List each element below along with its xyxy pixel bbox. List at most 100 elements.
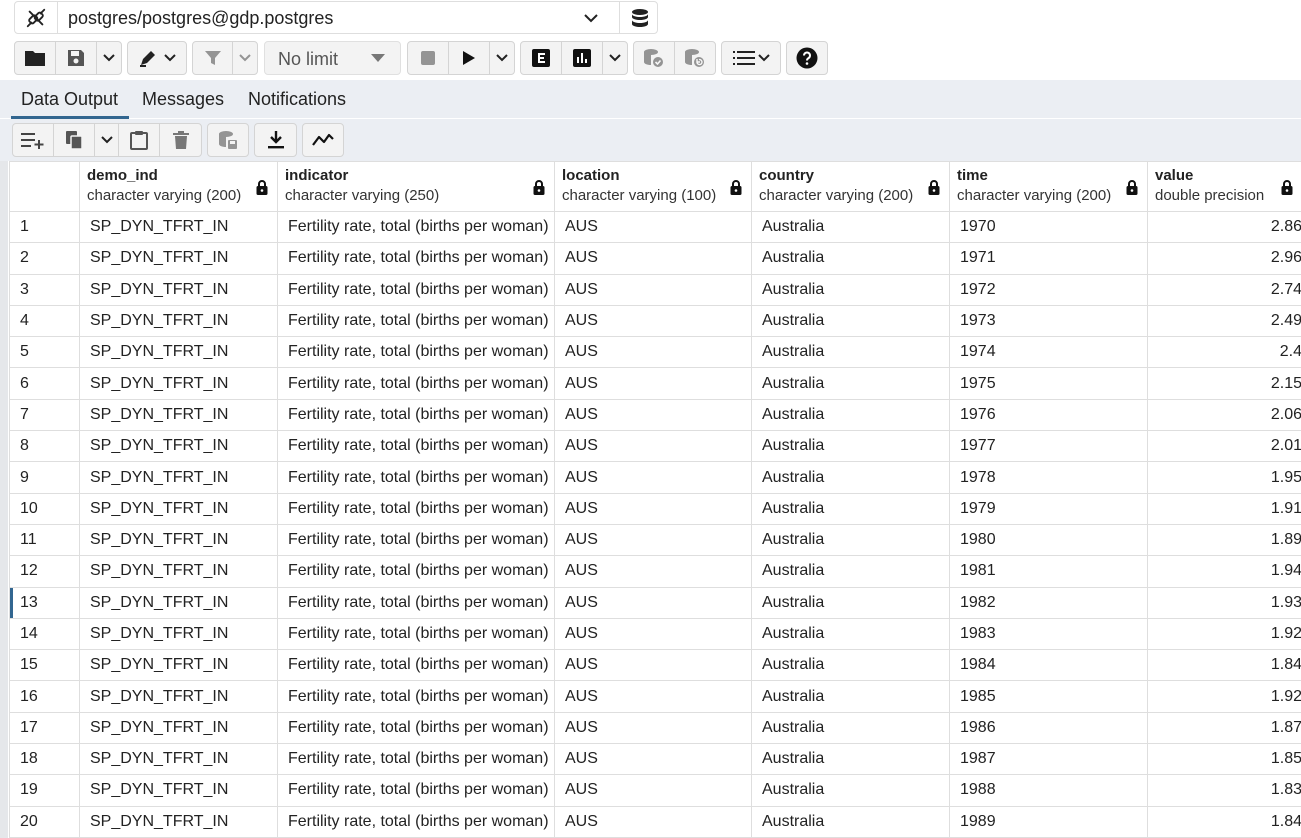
chevron-down-icon[interactable]: [581, 9, 601, 27]
cell-country[interactable]: Australia: [751, 430, 950, 463]
cell-location[interactable]: AUS: [554, 711, 752, 745]
cell-value[interactable]: 1.92: [1147, 680, 1301, 713]
database-icon[interactable]: [619, 2, 659, 33]
explain-options-button[interactable]: [603, 42, 627, 74]
cell-country[interactable]: Australia: [751, 805, 950, 838]
cell-time[interactable]: 1975: [949, 367, 1148, 400]
cell-time[interactable]: 1977: [949, 430, 1148, 463]
cell-country[interactable]: Australia: [751, 367, 950, 400]
cell-row-number[interactable]: 9: [9, 461, 80, 494]
cell-row-number[interactable]: 5: [9, 336, 80, 369]
cell-indicator[interactable]: Fertility rate, total (births per woman): [277, 242, 555, 275]
cell-indicator[interactable]: Fertility rate, total (births per woman): [277, 586, 555, 619]
table-row[interactable]: 13 SP_DYN_TFRT_IN Fertility rate, total (b…: [9, 586, 1301, 619]
cell-time[interactable]: 1979: [949, 492, 1148, 525]
cell-value[interactable]: 2.06: [1147, 398, 1301, 432]
table-row[interactable]: 2 SP_DYN_TFRT_IN Fertility rate, total (bi…: [9, 242, 1301, 275]
table-row[interactable]: 19 SP_DYN_TFRT_IN Fertility rate, total (b…: [9, 774, 1301, 807]
save-data-button[interactable]: [208, 124, 248, 156]
cell-demo-ind[interactable]: SP_DYN_TFRT_IN: [79, 492, 278, 525]
cell-value[interactable]: 1.87: [1147, 711, 1301, 745]
filter-button[interactable]: [193, 42, 234, 74]
cell-indicator[interactable]: Fertility rate, total (births per woman): [277, 523, 555, 557]
cell-value[interactable]: 2.49: [1147, 304, 1301, 338]
cell-demo-ind[interactable]: SP_DYN_TFRT_IN: [79, 398, 278, 432]
cell-country[interactable]: Australia: [751, 711, 950, 745]
cell-row-number[interactable]: 18: [9, 743, 80, 776]
cell-indicator[interactable]: Fertility rate, total (births per woman): [277, 430, 555, 463]
cell-indicator[interactable]: Fertility rate, total (births per woman): [277, 805, 555, 838]
table-row[interactable]: 7 SP_DYN_TFRT_IN Fertility rate, total (bi…: [9, 398, 1301, 432]
cell-row-number[interactable]: 2: [9, 242, 80, 275]
row-number-header[interactable]: [9, 161, 80, 212]
commit-button[interactable]: [634, 42, 675, 74]
table-row[interactable]: 15 SP_DYN_TFRT_IN Fertility rate, total (b…: [9, 649, 1301, 682]
stop-button[interactable]: [408, 42, 449, 74]
cell-country[interactable]: Australia: [751, 492, 950, 525]
cell-location[interactable]: AUS: [554, 492, 752, 525]
cell-value[interactable]: 2.15: [1147, 367, 1301, 400]
cell-indicator[interactable]: Fertility rate, total (births per woman): [277, 273, 555, 306]
save-button[interactable]: [56, 42, 97, 74]
table-row[interactable]: 8 SP_DYN_TFRT_IN Fertility rate, total (bi…: [9, 430, 1301, 463]
cell-row-number[interactable]: 12: [9, 555, 80, 588]
cell-demo-ind[interactable]: SP_DYN_TFRT_IN: [79, 242, 278, 275]
tab-messages[interactable]: Messages: [142, 89, 224, 110]
edit-menu-button[interactable]: [128, 42, 186, 74]
cell-location[interactable]: AUS: [554, 398, 752, 432]
cell-indicator[interactable]: Fertility rate, total (births per woman): [277, 743, 555, 776]
cell-location[interactable]: AUS: [554, 430, 752, 463]
cell-demo-ind[interactable]: SP_DYN_TFRT_IN: [79, 273, 278, 306]
open-file-button[interactable]: [15, 42, 56, 74]
cell-row-number[interactable]: 20: [9, 805, 80, 838]
cell-value[interactable]: 2.86: [1147, 210, 1301, 244]
cell-country[interactable]: Australia: [751, 774, 950, 807]
cell-location[interactable]: AUS: [554, 461, 752, 494]
cell-indicator[interactable]: Fertility rate, total (births per woman): [277, 649, 555, 682]
explain-button[interactable]: [521, 42, 562, 74]
cell-time[interactable]: 1988: [949, 774, 1148, 807]
cell-indicator[interactable]: Fertility rate, total (births per woman): [277, 711, 555, 745]
cell-row-number[interactable]: 13: [9, 586, 80, 619]
table-row[interactable]: 6 SP_DYN_TFRT_IN Fertility rate, total (bi…: [9, 367, 1301, 400]
cell-location[interactable]: AUS: [554, 586, 752, 619]
cell-indicator[interactable]: Fertility rate, total (births per woman): [277, 461, 555, 494]
connection-selector[interactable]: postgres/postgres@gdp.postgres: [14, 1, 658, 34]
cell-demo-ind[interactable]: SP_DYN_TFRT_IN: [79, 210, 278, 244]
cell-row-number[interactable]: 14: [9, 617, 80, 651]
cell-location[interactable]: AUS: [554, 617, 752, 651]
cell-country[interactable]: Australia: [751, 586, 950, 619]
cell-indicator[interactable]: Fertility rate, total (births per woman): [277, 367, 555, 400]
execute-button[interactable]: [449, 42, 490, 74]
cell-row-number[interactable]: 19: [9, 774, 80, 807]
cell-value[interactable]: 1.95: [1147, 461, 1301, 494]
tab-notifications[interactable]: Notifications: [248, 89, 346, 110]
table-row[interactable]: 16 SP_DYN_TFRT_IN Fertility rate, total (b…: [9, 680, 1301, 713]
cell-time[interactable]: 1971: [949, 242, 1148, 275]
help-button[interactable]: [787, 42, 827, 74]
cell-row-number[interactable]: 8: [9, 430, 80, 463]
table-row[interactable]: 11 SP_DYN_TFRT_IN Fertility rate, total (b…: [9, 523, 1301, 557]
cell-row-number[interactable]: 16: [9, 680, 80, 713]
graph-visualiser-button[interactable]: [303, 124, 343, 156]
cell-location[interactable]: AUS: [554, 210, 752, 244]
save-options-button[interactable]: [97, 42, 121, 74]
cell-indicator[interactable]: Fertility rate, total (births per woman): [277, 336, 555, 369]
cell-demo-ind[interactable]: SP_DYN_TFRT_IN: [79, 430, 278, 463]
cell-demo-ind[interactable]: SP_DYN_TFRT_IN: [79, 711, 278, 745]
cell-location[interactable]: AUS: [554, 555, 752, 588]
table-row[interactable]: 18 SP_DYN_TFRT_IN Fertility rate, total (b…: [9, 743, 1301, 776]
cell-row-number[interactable]: 4: [9, 304, 80, 338]
cell-value[interactable]: 2.4: [1147, 336, 1301, 369]
cell-time[interactable]: 1973: [949, 304, 1148, 338]
table-row[interactable]: 3 SP_DYN_TFRT_IN Fertility rate, total (bi…: [9, 273, 1301, 306]
cell-time[interactable]: 1978: [949, 461, 1148, 494]
table-row[interactable]: 5 SP_DYN_TFRT_IN Fertility rate, total (bi…: [9, 336, 1301, 369]
add-row-button[interactable]: [13, 124, 54, 156]
cell-location[interactable]: AUS: [554, 743, 752, 776]
execute-options-button[interactable]: [490, 42, 514, 74]
cell-demo-ind[interactable]: SP_DYN_TFRT_IN: [79, 523, 278, 557]
cell-indicator[interactable]: Fertility rate, total (births per woman): [277, 492, 555, 525]
cell-demo-ind[interactable]: SP_DYN_TFRT_IN: [79, 304, 278, 338]
column-header-demo-ind[interactable]: demo_ind character varying (200): [79, 161, 278, 212]
